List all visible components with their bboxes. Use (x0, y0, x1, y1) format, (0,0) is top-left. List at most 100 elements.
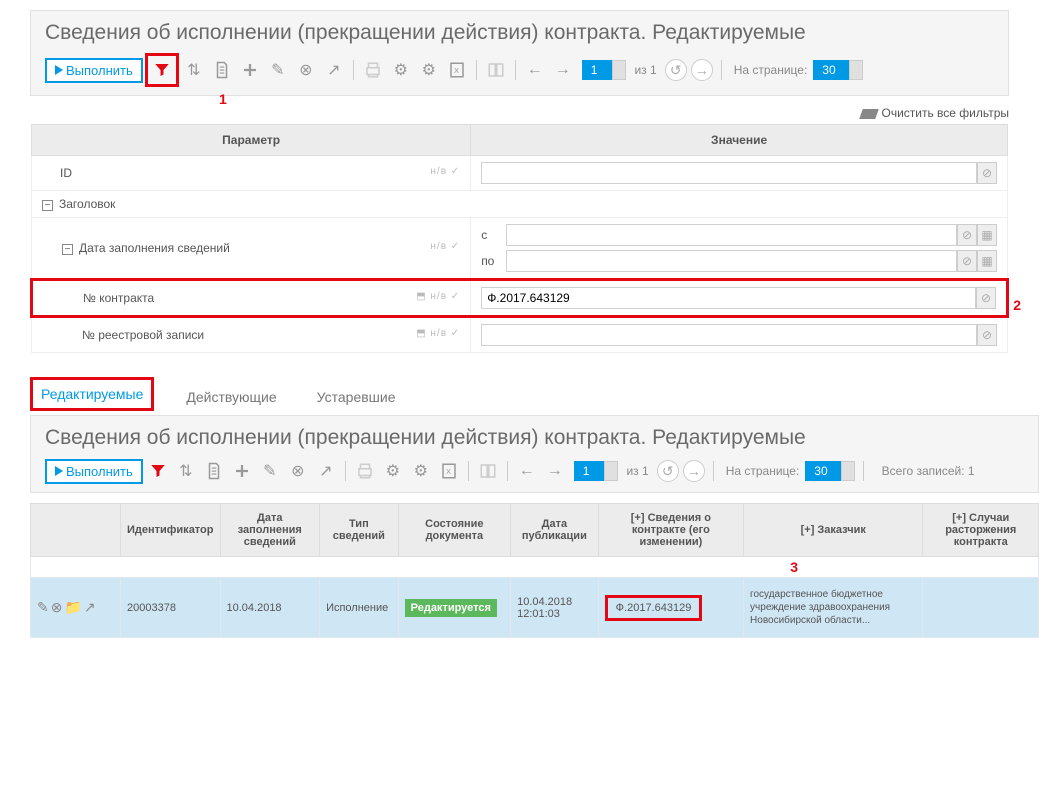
cell-pub-date: 10.04.2018 12:01:03 (511, 578, 599, 638)
edit-icon[interactable]: ✎ (37, 599, 49, 616)
status-badge: Редактируется (405, 599, 497, 617)
play-icon (55, 466, 63, 476)
filter-icon[interactable] (145, 458, 171, 484)
delete-icon[interactable]: ⊗ (285, 458, 311, 484)
gear-icon[interactable]: ⚙ (380, 458, 406, 484)
table-row[interactable]: ✎ ⊗ 📁 ↗ 20003378 10.04.2018 Исполнение Р… (31, 578, 1039, 638)
print-icon[interactable] (360, 57, 386, 83)
page-prev-button[interactable]: ↺ (657, 460, 679, 482)
col-id[interactable]: Идентификатор (121, 504, 221, 557)
page-dropdown-icon[interactable] (604, 461, 618, 481)
export-icon[interactable]: ↗ (313, 458, 339, 484)
calendar-icon[interactable]: ▦ (977, 250, 997, 272)
tab-active[interactable]: Действующие (178, 383, 284, 411)
play-icon (55, 65, 63, 75)
tab-editable[interactable]: Редактируемые (30, 377, 154, 411)
filter-date-from-input[interactable] (506, 224, 957, 246)
collapse-icon[interactable]: − (62, 244, 73, 255)
export-icon[interactable]: ↗ (84, 599, 96, 616)
clear-icon[interactable]: ⊘ (977, 162, 997, 184)
edit-icon[interactable]: ✎ (257, 458, 283, 484)
book-icon[interactable] (475, 458, 501, 484)
filter-header-group[interactable]: −Заголовок (32, 191, 1008, 218)
page-dropdown-icon[interactable] (612, 60, 626, 80)
tabs: Редактируемые Действующие Устаревшие (30, 377, 1009, 411)
clear-icon[interactable]: ⊘ (976, 287, 996, 309)
col-contract-info[interactable]: [+] Сведения о контракте (его изменении) (598, 504, 743, 557)
total-records: Всего записей: 1 (882, 464, 975, 478)
edit-icon[interactable]: ✎ (265, 57, 291, 83)
add-icon[interactable] (229, 458, 255, 484)
undo-icon[interactable]: ← (514, 458, 540, 484)
excel-icon[interactable]: X (436, 458, 462, 484)
toolbar-bottom: Выполнить ⇅ ✎ ⊗ ↗ ⚙ ⚙ X ← → 1 из 1 ↺ → Н… (45, 458, 1024, 484)
col-parameter: Параметр (32, 125, 471, 156)
col-pub-date[interactable]: Дата публикации (511, 504, 599, 557)
sort-icon[interactable]: ⇅ (181, 57, 207, 83)
folder-icon[interactable]: 📁 (64, 599, 81, 616)
add-icon[interactable] (237, 57, 263, 83)
run-button[interactable]: Выполнить (45, 459, 143, 484)
clear-icon[interactable]: ⊘ (977, 324, 997, 346)
col-type[interactable]: Тип сведений (320, 504, 399, 557)
collapse-icon[interactable]: − (42, 200, 53, 211)
gears-icon[interactable]: ⚙ (416, 57, 442, 83)
gears-icon[interactable]: ⚙ (408, 458, 434, 484)
cell-customer: государственное бюджетное учреждение здр… (744, 578, 923, 638)
book-icon[interactable] (483, 57, 509, 83)
results-table: Идентификатор Дата заполнения сведений Т… (30, 503, 1039, 638)
filter-table: Параметр Значение IDн/в ✓ ⊘ −Заголовок −… (30, 124, 1009, 353)
page-current[interactable]: 1 (582, 60, 613, 80)
clear-icon[interactable]: ⊘ (957, 224, 977, 246)
col-date-fill[interactable]: Дата заполнения сведений (220, 504, 320, 557)
filter-registry-label: № реестровой записи⬒ н/в ✓ (32, 317, 471, 353)
perpage-dropdown-icon[interactable] (841, 461, 855, 481)
clear-icon[interactable]: ⊘ (957, 250, 977, 272)
perpage-value[interactable]: 30 (805, 461, 842, 481)
page-current[interactable]: 1 (574, 461, 605, 481)
print-icon[interactable] (352, 458, 378, 484)
perpage-dropdown-icon[interactable] (849, 60, 863, 80)
cell-type: Исполнение (320, 578, 399, 638)
filter-date-to-input[interactable] (506, 250, 957, 272)
filter-id-input[interactable] (481, 162, 977, 184)
export-icon[interactable]: ↗ (321, 57, 347, 83)
filter-icon[interactable] (149, 57, 175, 83)
redo-icon[interactable]: → (542, 458, 568, 484)
run-button[interactable]: Выполнить (45, 58, 143, 83)
tab-obsolete[interactable]: Устаревшие (309, 383, 404, 411)
col-state[interactable]: Состояние документа (398, 504, 510, 557)
delete-icon[interactable]: ⊗ (293, 57, 319, 83)
perpage-value[interactable]: 30 (813, 60, 850, 80)
filter-contract-input[interactable] (481, 287, 976, 309)
delete-icon[interactable]: ⊗ (51, 599, 63, 616)
undo-icon[interactable]: ← (522, 57, 548, 83)
redo-icon[interactable]: → (550, 57, 576, 83)
document-icon[interactable] (209, 57, 235, 83)
page-prev-button[interactable]: ↺ (665, 59, 687, 81)
pager-bottom: 1 из 1 ↺ → (574, 460, 705, 482)
filter-contract-label: № контракта⬒ н/в ✓ (32, 280, 471, 317)
col-termination[interactable]: [+] Случаи расторжения контракта (923, 504, 1039, 557)
clear-filters-link[interactable]: Очистить все фильтры (0, 106, 1009, 120)
document-icon[interactable] (201, 458, 227, 484)
filter-registry-input[interactable] (481, 324, 977, 346)
cell-date-fill: 10.04.2018 (220, 578, 320, 638)
perpage-label: На странице: (734, 63, 808, 77)
page-next-button[interactable]: → (691, 59, 713, 81)
col-customer[interactable]: [+] Заказчик (744, 504, 923, 557)
eraser-icon (860, 109, 880, 119)
sort-icon[interactable]: ⇅ (173, 458, 199, 484)
upper-panel: Сведения об исполнении (прекращении дейс… (30, 10, 1009, 96)
excel-icon[interactable]: X (444, 57, 470, 83)
calendar-icon[interactable]: ▦ (977, 224, 997, 246)
annotation-1: 1 (219, 91, 227, 107)
cell-contract: Ф.2017.643129 (605, 595, 703, 621)
annotation-2: 2 (1013, 297, 1021, 313)
page-next-button[interactable]: → (683, 460, 705, 482)
page-title: Сведения об исполнении (прекращении дейс… (45, 21, 994, 45)
gear-icon[interactable]: ⚙ (388, 57, 414, 83)
lower-panel: Сведения об исполнении (прекращении дейс… (30, 415, 1039, 493)
filter-date-label: −Дата заполнения сведенийн/в ✓ (32, 218, 471, 280)
col-value: Значение (471, 125, 1008, 156)
